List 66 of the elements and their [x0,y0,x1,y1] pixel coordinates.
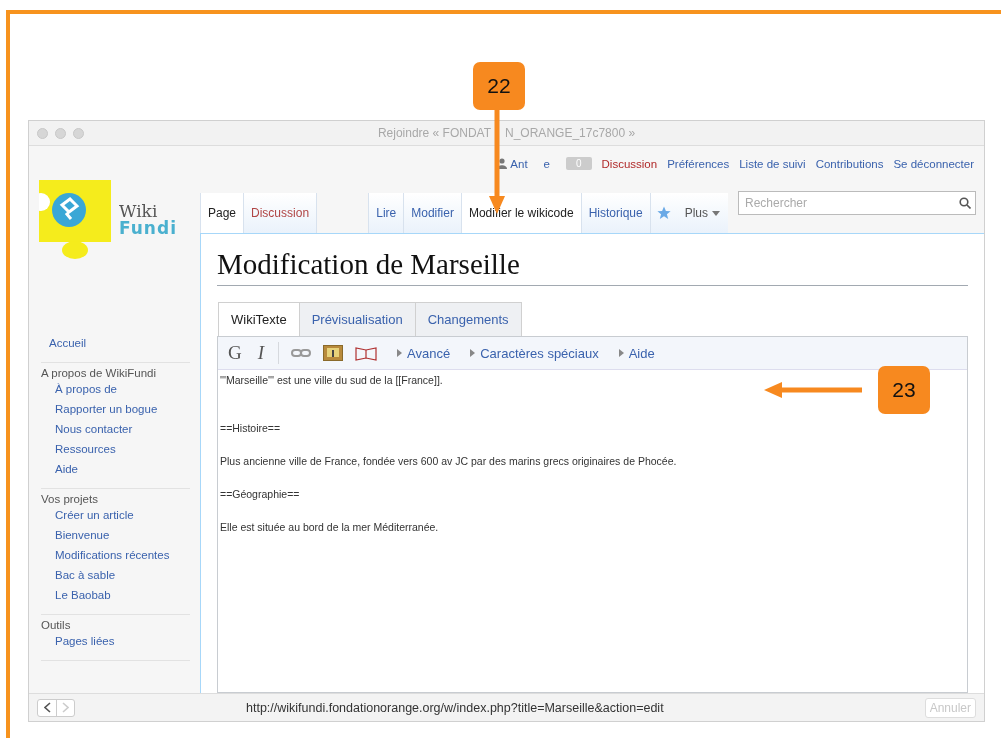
sidebar-heading: A propos de WikiFundi [41,367,158,379]
caret-icon [712,210,720,216]
wikitext-line: '''Marseille''' est une ville du sud de la [[France]]. [220,374,444,386]
sidebar-link[interactable]: Accueil [49,336,190,350]
logo-text: Fundi [119,220,177,237]
sidebar-link[interactable]: Rapporter un bogue [55,402,190,416]
personal-link[interactable]: Liste de suivi [739,157,806,170]
caret-icon [397,349,403,357]
editor-tab[interactable]: Prévisualisation [299,302,416,336]
sidebar-link[interactable]: À propos de [55,382,190,396]
wikitext-line: ==Géographie== [220,488,301,500]
window-control[interactable] [37,127,48,139]
user-name-link[interactable]: e [543,157,550,170]
sidebar-heading: Outils [41,619,72,631]
search-field[interactable]: Rechercher [738,191,976,215]
search-icon [959,197,971,209]
user-icon [497,158,508,169]
window-title: Rejoindre « FONDAT [377,126,492,140]
personal-link[interactable]: Se déconnecter [893,157,974,170]
window-control[interactable] [73,127,84,139]
sidebar-link[interactable]: Bac à sable [55,568,190,582]
link-icon [291,348,312,358]
wikitext-line: Plus ancienne ville de France, fondée vers 600 av JC par des marins grecs originaires de Phocée. [220,455,678,467]
caret-icon [618,349,624,357]
sidebar-link[interactable]: Modifications récentes [55,548,190,562]
page-tab[interactable]: Discussion [244,193,318,233]
personal-link[interactable]: Contributions [815,157,884,170]
toolbar-section-link[interactable]: Caractères spéciaux [470,345,599,361]
wikitext-line: ==Histoire== [220,422,282,434]
page-tab[interactable]: Page [201,193,245,233]
window-control[interactable] [55,127,66,139]
sidebar-link[interactable]: Pages liées [55,634,190,648]
sidebar-heading: Vos projets [41,493,99,505]
user-name-link[interactable]: Ant [510,157,528,170]
editor-tab[interactable]: Changements [415,302,522,336]
sidebar-link[interactable]: Le Baobab [55,588,190,602]
sidebar-link[interactable]: Aide [55,462,190,476]
book-icon [355,345,378,361]
personal-link[interactable]: Préférences [667,157,730,170]
caret-icon [470,349,476,357]
editor-tab[interactable]: WikiTexte [218,302,300,336]
callout-badge: 22 [473,62,525,110]
sidebar-link[interactable]: Ressources [55,442,190,456]
chevron-left-icon [43,702,51,713]
toolbar-section-link[interactable]: Aide [618,345,655,361]
italic-button[interactable]: I [255,342,267,364]
bold-button[interactable]: G [226,342,244,364]
view-tab[interactable]: Lire [369,193,405,233]
view-tab[interactable]: Modifier le wikicode [461,193,582,233]
page-heading: Modification de Marseille [217,248,968,286]
sidebar-link[interactable]: Nous contacter [55,422,190,436]
picture-icon [323,345,344,361]
url-text: http://wikifundi.fondationorange.org/w/index.php?title=Marseille&action=edit [245,700,665,715]
wikitext-line: Elle est située au bord de la mer Méditerranée. [220,521,440,533]
sidebar-link[interactable]: Créer un article [55,508,190,522]
logo-text: Wiki [119,203,158,220]
sidebar-link[interactable]: Bienvenue [55,528,190,542]
star-icon [656,206,671,220]
chevron-right-icon [62,702,69,713]
window-title: N_ORANGE_17c7800 » [505,126,636,140]
view-tab[interactable]: Historique [581,193,651,233]
view-tab[interactable]: Modifier [404,193,462,233]
personal-link[interactable]: Discussion [601,157,658,170]
toolbar-section-link[interactable]: Avancé [397,345,451,361]
callout-badge: 23 [878,366,930,414]
more-menu[interactable]: Plus [684,206,708,220]
